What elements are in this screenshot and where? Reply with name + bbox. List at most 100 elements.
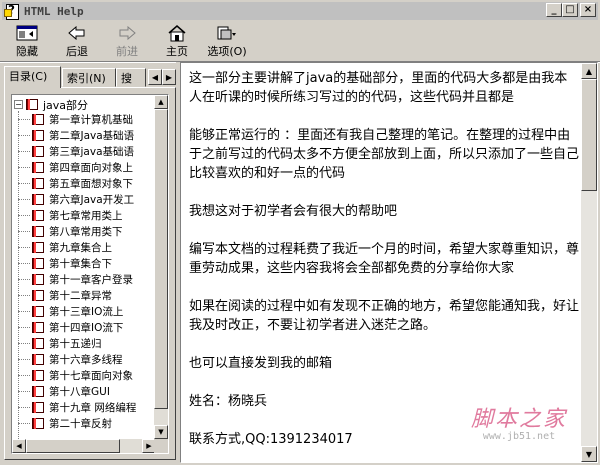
book-icon (32, 401, 46, 414)
tree-item[interactable]: 第九章集合上 (18, 240, 112, 255)
tree-item[interactable]: 第十一章客户登录 (18, 272, 133, 287)
book-icon (32, 225, 46, 238)
book-icon (32, 145, 46, 158)
scroll-up-icon[interactable]: ▲ (154, 95, 168, 109)
watermark: 脚本之家 www.jb51.net (471, 401, 567, 442)
watermark-text: 脚本之家 (470, 407, 567, 432)
contents-tree[interactable]: − java部分 第一章计算机基础 第二章Java基础语 第三章java基础语 第四章… (11, 94, 169, 454)
back-arrow-icon (65, 24, 89, 42)
book-icon (32, 161, 46, 174)
toolbar: 隐藏 后退 前进 主页 选项(O) (2, 22, 598, 60)
window-title: HTML Help (24, 4, 84, 18)
tab-scroll-arrows: ◀ ▶ (148, 69, 176, 85)
tree-horizontal-scrollbar[interactable]: ◀ ▶ (12, 439, 156, 453)
book-icon (32, 289, 46, 302)
back-button[interactable]: 后退 (52, 22, 102, 60)
tree-guide-line (18, 111, 19, 439)
topic-vertical-scrollbar[interactable]: ▲ ▼ (581, 63, 597, 462)
tree-item-label: 第十三章IO流上 (49, 306, 124, 318)
tree-item[interactable]: 第四章面向对象上 (18, 160, 133, 175)
tree-root-node[interactable]: − java部分 (14, 97, 88, 112)
tree-item-label: 第十九章 网络编程 (49, 402, 137, 414)
help-app-icon: ? (4, 3, 20, 20)
tab-search[interactable]: 搜 (116, 68, 146, 87)
tree-item[interactable]: 第三章java基础语 (18, 144, 134, 159)
tree-item-label: 第十六章多线程 (49, 354, 123, 366)
tree-item[interactable]: 第七章常用类上 (18, 208, 123, 223)
tree-item[interactable]: 第十三章IO流上 (18, 304, 124, 319)
tree-item-label: 第八章常用类下 (49, 226, 123, 238)
home-button[interactable]: 主页 (152, 22, 202, 60)
tree-item-label: 第四章面向对象上 (49, 162, 133, 174)
tree-item-label: 第十八章GUI (49, 386, 110, 398)
tree-item[interactable]: 第六章Java开发工 (18, 192, 134, 207)
minimize-button[interactable]: _ (546, 3, 562, 17)
paragraph-feedback: 如果在阅读的过程中如有发现不正确的地方，希望您能通知我，好让我及时改正，不要让初… (189, 299, 579, 333)
book-icon (32, 241, 46, 254)
tree-root-label: java部分 (43, 98, 89, 112)
book-icon (32, 337, 46, 350)
scroll-down-icon[interactable]: ▼ (154, 425, 168, 439)
tree-item[interactable]: 第十六章多线程 (18, 352, 123, 367)
tree-item[interactable]: 第十五递归 (18, 336, 102, 351)
tree-item[interactable]: 第二章Java基础语 (18, 128, 135, 143)
tree-item[interactable]: 第十四章IO流下 (18, 320, 124, 335)
paragraph-intro: 这一部分主要讲解了java的基础部分，里面的代码大多都是由我本人在听课的时候所练… (189, 71, 568, 105)
close-button[interactable]: × (580, 3, 596, 17)
tree-item[interactable]: 第十章集合下 (18, 256, 112, 271)
scroll-left-icon[interactable]: ◀ (12, 439, 26, 453)
tab-index[interactable]: 索引(N) (62, 68, 116, 87)
topic-pane: 这一部分主要讲解了java的基础部分，里面的代码大多都是由我本人在听课的时候所练… (180, 62, 598, 463)
back-label: 后退 (66, 45, 88, 58)
maximize-button[interactable]: □ (562, 3, 578, 17)
tab-scroll-right-icon[interactable]: ▶ (162, 69, 176, 85)
hide-pane-icon (15, 24, 39, 42)
book-icon (32, 321, 46, 334)
tree-item-label: 第十章集合下 (49, 258, 112, 270)
options-label: 选项(O) (207, 45, 247, 58)
forward-button[interactable]: 前进 (102, 22, 152, 60)
book-icon (32, 353, 46, 366)
tree-item-label: 第二章Java基础语 (49, 130, 135, 142)
tab-contents[interactable]: 目录(C) (4, 66, 61, 88)
tree-item[interactable]: 第一章计算机基础 (18, 112, 133, 127)
tree-item[interactable]: 第十九章 网络编程 (18, 400, 137, 415)
forward-arrow-icon (115, 24, 139, 42)
topic-scroll-down-icon[interactable]: ▼ (581, 446, 597, 462)
book-icon (32, 193, 46, 206)
tree-item[interactable]: 第二十章反射 (18, 416, 112, 431)
hide-button[interactable]: 隐藏 (2, 22, 52, 60)
tree-item[interactable]: 第十八章GUI (18, 384, 110, 399)
tree-hscroll-thumb[interactable] (26, 439, 120, 453)
title-bar[interactable]: ? HTML Help _ □ × (2, 2, 598, 20)
tree-item-label: 第三章java基础语 (49, 146, 134, 158)
paragraph-notes: 能够正常运行的 ：里面还有我自己整理的笔记。在整理的过程中由于之前写过的代码太多… (189, 128, 579, 181)
forward-label: 前进 (116, 45, 138, 58)
tree-item-label: 第二十章反射 (49, 418, 112, 430)
book-icon (32, 417, 46, 430)
tree-item-label: 第一章计算机基础 (49, 114, 133, 126)
topic-vscroll-thumb[interactable] (581, 79, 597, 191)
tree-item[interactable]: 第十二章异常 (18, 288, 112, 303)
collapse-icon[interactable]: − (14, 100, 23, 109)
paragraph-email: 也可以直接发到我的邮箱 (189, 356, 333, 371)
tree-vscroll-thumb[interactable] (154, 109, 168, 409)
options-button[interactable]: 选项(O) (202, 22, 252, 60)
tree-item-label: 第十四章IO流下 (49, 322, 124, 334)
tab-scroll-left-icon[interactable]: ◀ (148, 69, 162, 85)
book-icon (32, 129, 46, 142)
tree-item-label: 第十二章异常 (49, 290, 112, 302)
paragraph-help: 我想这对于初学者会有很大的帮助吧 (189, 204, 398, 219)
options-icon (215, 24, 239, 42)
tree-item[interactable]: 第五章面想对象下 (18, 176, 133, 191)
tree-item[interactable]: 第十七章面向对象 (18, 368, 133, 383)
topic-scroll-up-icon[interactable]: ▲ (581, 63, 597, 79)
book-icon (32, 113, 46, 126)
tree-vertical-scrollbar[interactable]: ▲ ▼ (154, 95, 168, 439)
tree-item-label: 第七章常用类上 (49, 210, 123, 222)
home-label: 主页 (166, 45, 188, 58)
tree-item-label: 第十七章面向对象 (49, 370, 133, 382)
tree-item[interactable]: 第八章常用类下 (18, 224, 123, 239)
book-icon (32, 177, 46, 190)
tree-item-label: 第九章集合上 (49, 242, 112, 254)
